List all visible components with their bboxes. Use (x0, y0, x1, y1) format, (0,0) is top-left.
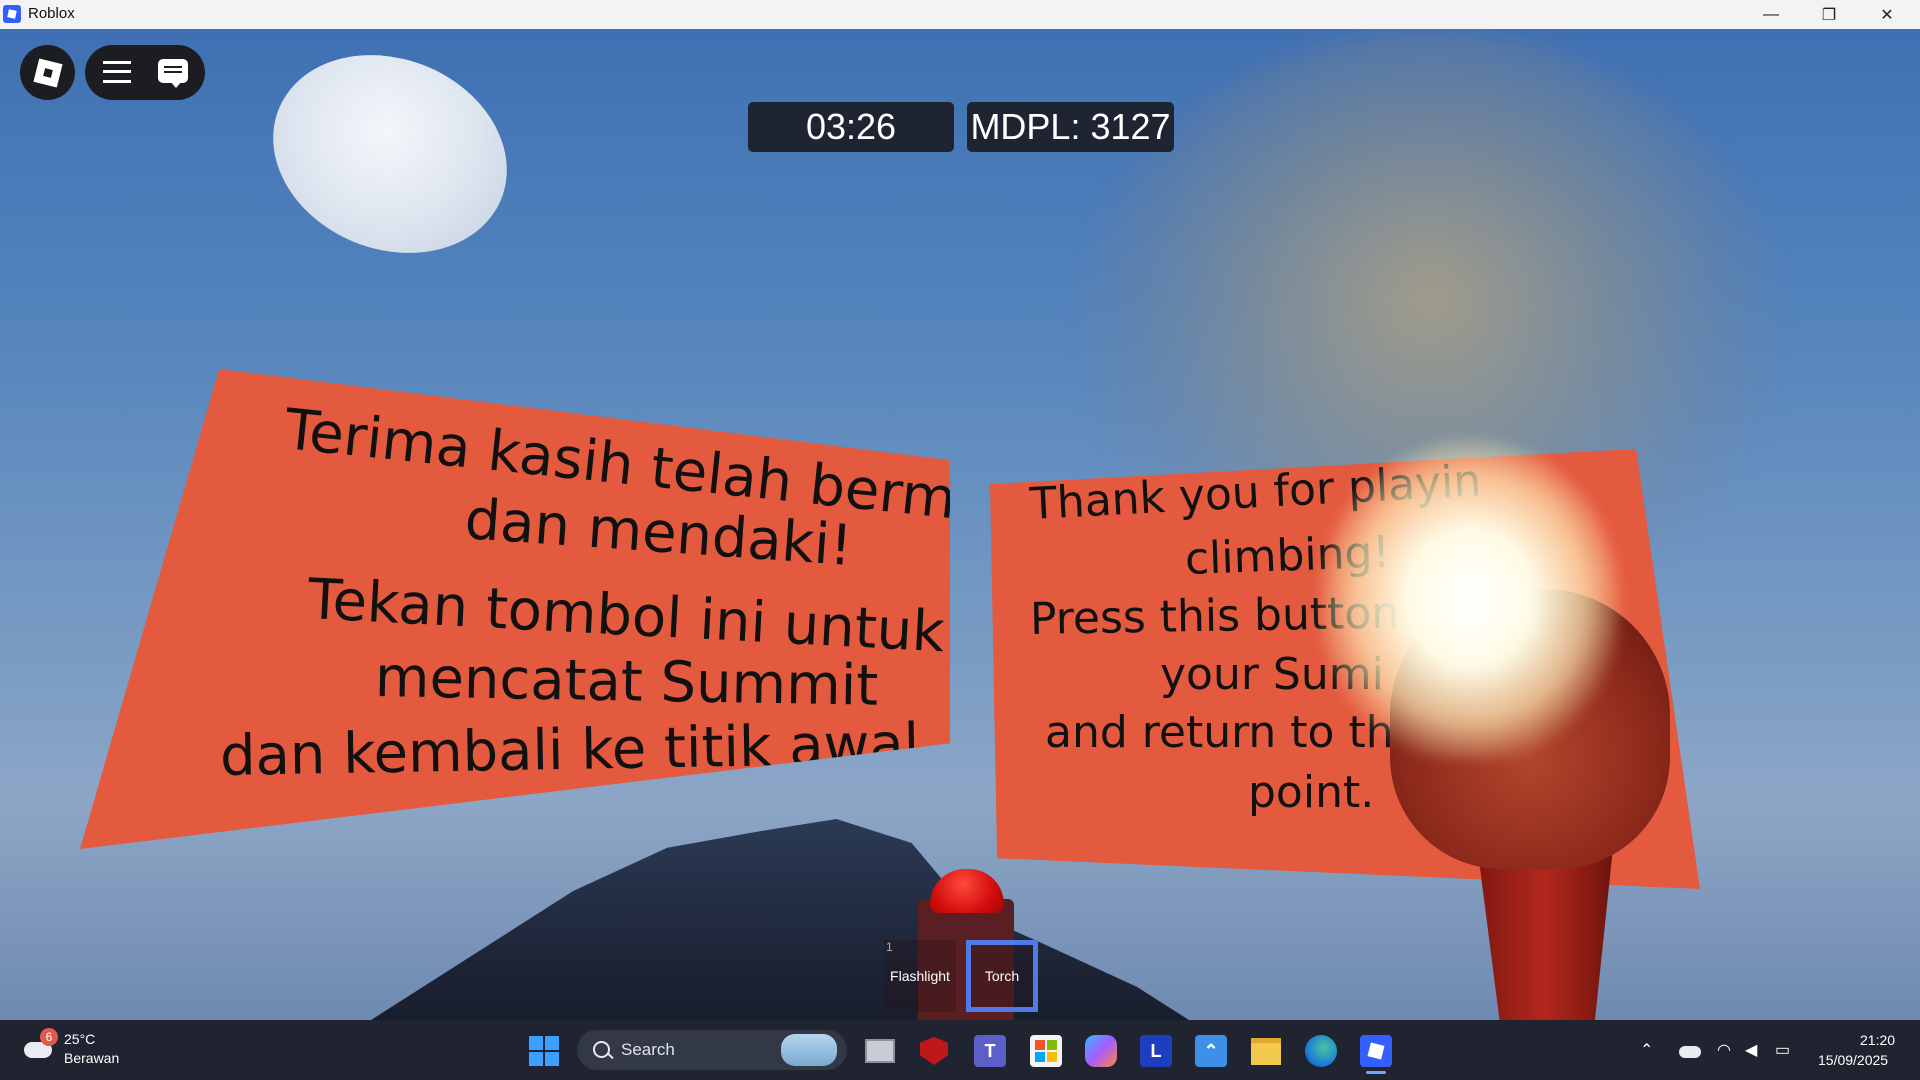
windows-start-icon[interactable] (528, 1035, 560, 1067)
hotbar-slot-torch[interactable]: Torch (966, 940, 1038, 1012)
edge-icon[interactable] (1305, 1035, 1337, 1067)
restore-button[interactable]: ❐ (1800, 0, 1858, 29)
teams-icon[interactable]: T (974, 1035, 1006, 1067)
sign-id-line-5: dan kembali ke titik awal. (219, 711, 938, 789)
microsoft-store-icon[interactable] (1030, 1035, 1062, 1067)
search-icon (593, 1041, 610, 1058)
windows-taskbar (0, 1020, 1920, 1080)
battery-icon[interactable]: ▭ (1775, 1040, 1790, 1060)
roblox-active-indicator (1366, 1071, 1386, 1074)
copilot-icon[interactable] (1085, 1035, 1117, 1067)
sign-en-line-6: point. (1248, 767, 1375, 818)
hamburger-menu-icon[interactable] (103, 61, 131, 83)
hotbar-slot-flashlight[interactable]: Flashlight (884, 940, 956, 1012)
roblox-menu-button[interactable] (20, 45, 75, 100)
slot-1-label: Flashlight (890, 968, 950, 984)
taskbar-search[interactable]: Search (577, 1030, 847, 1070)
moon (243, 29, 537, 288)
onedrive-icon[interactable] (1679, 1046, 1701, 1058)
hud-menu-pill (85, 45, 205, 100)
task-view-icon[interactable] (864, 1035, 896, 1067)
weather-widget[interactable]: 6 25°C Berawan (22, 1028, 132, 1072)
minimize-button[interactable]: — (1742, 0, 1800, 29)
weather-badge: 6 (40, 1028, 58, 1046)
show-hidden-icons[interactable]: ⌃ (1640, 1040, 1653, 1060)
sign-id-line-4: mencatat Summit (374, 645, 879, 719)
app-launcher-icon[interactable]: ⌃ (1195, 1035, 1227, 1067)
weather-desc: Berawan (64, 1050, 120, 1066)
search-highlight-image (781, 1034, 837, 1066)
clock-time[interactable]: 21:20 (1860, 1032, 1895, 1048)
weather-temp: 25°C (64, 1031, 96, 1047)
torch-flame (1320, 439, 1620, 759)
search-placeholder: Search (621, 1040, 675, 1059)
clock-date[interactable]: 15/09/2025 (1818, 1052, 1888, 1068)
close-button[interactable]: ✕ (1858, 0, 1916, 29)
file-explorer-icon[interactable] (1250, 1035, 1282, 1067)
slot-2-label: Torch (984, 968, 1020, 984)
roblox-taskbar-icon[interactable] (1360, 1035, 1392, 1067)
window-title: Roblox (28, 5, 75, 22)
mcafee-icon[interactable] (918, 1035, 950, 1067)
summit-red-button[interactable] (930, 869, 1004, 913)
roblox-app-icon (3, 5, 21, 23)
roblox-logo-icon (32, 57, 63, 88)
timer-display: 03:26 (748, 102, 954, 152)
altitude-display: MDPL: 3127 (967, 102, 1174, 152)
game-viewport[interactable]: Terima kasih telah bermain dan mendaki! … (0, 29, 1920, 1020)
l-app-icon[interactable]: L (1140, 1035, 1172, 1067)
wifi-icon[interactable]: ◠ (1717, 1040, 1731, 1060)
volume-icon[interactable]: ◀ (1745, 1040, 1757, 1060)
sign-indonesian: Terima kasih telah bermain dan mendaki! … (80, 369, 950, 849)
window-titlebar: Roblox — ❐ ✕ (0, 0, 1920, 30)
chat-icon[interactable] (158, 59, 188, 88)
